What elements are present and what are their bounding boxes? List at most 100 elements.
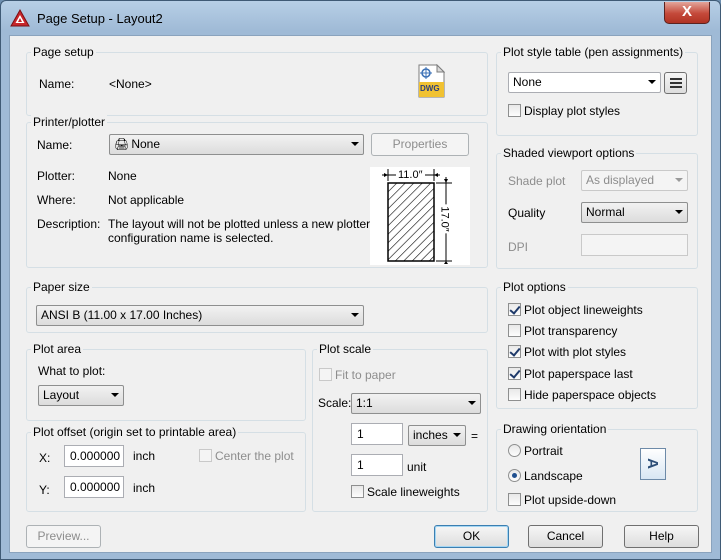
chevron-down-icon: [351, 142, 359, 146]
page-setup-name-label: Name:: [39, 77, 75, 91]
plot-style-value: None: [513, 75, 542, 89]
help-button[interactable]: Help: [624, 525, 699, 548]
preview-height-label: 17.0″: [438, 204, 451, 234]
printer-group-title: Printer/plotter: [31, 115, 108, 129]
shaded-viewport-group-title: Shaded viewport options: [501, 146, 637, 160]
plot-object-lineweights-checkbox[interactable]: [508, 303, 521, 316]
what-to-plot-value: Layout: [43, 388, 80, 402]
plot-with-plot-styles-checkbox[interactable]: [508, 345, 521, 358]
scale-label: Scale:: [318, 396, 352, 410]
shade-plot-dropdown[interactable]: As displayed: [581, 170, 688, 191]
paper-size-value: ANSI B (11.00 x 17.00 Inches): [41, 308, 203, 322]
center-plot-checkbox[interactable]: [199, 449, 212, 462]
chevron-down-icon: [648, 80, 656, 84]
display-plot-styles-checkbox[interactable]: [508, 104, 521, 117]
close-button[interactable]: X: [664, 2, 710, 24]
cancel-button[interactable]: Cancel: [528, 525, 603, 548]
dialog-client-area: Page setup Name: <None> DWG Printer/plot…: [9, 35, 712, 553]
paper-size-group: Paper size ANSI B (11.00 x 17.00 Inches): [26, 280, 488, 333]
edit-plot-style-button[interactable]: [664, 72, 687, 94]
plot-options-group-title: Plot options: [501, 280, 568, 294]
what-to-plot-label: What to plot:: [38, 364, 106, 378]
chevron-down-icon: [675, 178, 683, 182]
plot-with-plot-styles-label: Plot with plot styles: [524, 345, 627, 359]
scale-dropdown[interactable]: 1:1: [351, 393, 481, 414]
offset-x-input[interactable]: 0.000000: [64, 445, 124, 467]
plot-transparency-checkbox[interactable]: [508, 324, 521, 337]
scale-value1-input[interactable]: 1: [351, 423, 403, 445]
printer-icon: 🖨: [114, 137, 130, 151]
plot-options-group: Plot options Plot object lineweights Plo…: [496, 280, 698, 409]
dwg-file-icon: DWG: [417, 63, 446, 98]
description-line-2: configuration name is selected.: [108, 231, 274, 245]
scale-unit-dropdown[interactable]: inches: [408, 425, 466, 446]
display-plot-styles-label: Display plot styles: [524, 104, 621, 118]
drawing-orientation-group-title: Drawing orientation: [501, 422, 609, 436]
description-line-1: The layout will not be plotted unless a …: [108, 217, 371, 231]
title-bar[interactable]: Page Setup - Layout2 X: [1, 1, 720, 35]
plot-style-dropdown[interactable]: None: [508, 72, 661, 93]
chevron-down-icon: [453, 433, 461, 437]
scale-value: 1:1: [356, 396, 373, 410]
quality-label: Quality: [508, 206, 546, 220]
scale-equals-sign: =: [471, 429, 479, 443]
landscape-orientation-icon: A: [640, 448, 666, 480]
offset-x-unit: inch: [133, 449, 156, 463]
fit-to-paper-checkbox[interactable]: [319, 368, 332, 381]
plot-upside-down-checkbox[interactable]: [508, 493, 521, 506]
center-plot-label: Center the plot: [215, 449, 294, 463]
paper-preview: 11.0″ 17.0″: [370, 167, 470, 265]
plot-offset-group-title: Plot offset (origin set to printable are…: [31, 425, 239, 439]
portrait-radio[interactable]: [508, 444, 521, 457]
offset-y-input[interactable]: 0.000000: [64, 476, 124, 498]
scale-lineweights-checkbox[interactable]: [351, 485, 364, 498]
page-setup-name-value: <None>: [109, 77, 152, 91]
printer-name-label: Name:: [37, 138, 73, 152]
portrait-label: Portrait: [524, 444, 563, 458]
paper-preview-drawing: [382, 169, 452, 264]
page-setup-dialog: Page Setup - Layout2 X Page setup Name: …: [0, 0, 721, 560]
dpi-label: DPI: [508, 240, 529, 254]
printer-name-value: None: [131, 137, 161, 151]
preview-button[interactable]: Preview...: [26, 525, 101, 548]
description-label: Description:: [37, 217, 101, 231]
chevron-down-icon: [468, 401, 476, 405]
plot-transparency-label: Plot transparency: [524, 324, 618, 338]
ok-button[interactable]: OK: [434, 525, 509, 548]
edit-list-icon: [669, 78, 682, 88]
plot-paperspace-last-checkbox[interactable]: [508, 367, 521, 380]
autocad-app-icon: [10, 9, 30, 27]
shade-plot-value: As displayed: [586, 173, 655, 187]
quality-dropdown[interactable]: Normal: [581, 202, 688, 223]
plotter-label: Plotter:: [37, 169, 76, 183]
hide-paperspace-objects-label: Hide paperspace objects: [524, 388, 657, 402]
drawing-orientation-group: Drawing orientation Portrait Landscape P…: [496, 422, 698, 512]
offset-y-label: Y:: [39, 483, 50, 497]
chevron-down-icon: [675, 210, 683, 214]
close-icon: X: [681, 3, 692, 20]
dwg-badge-label: DWG: [420, 84, 440, 93]
scale-lineweights-label: Scale lineweights: [367, 485, 460, 499]
plot-scale-group: Plot scale Fit to paper Scale: 1:1 1 inc…: [312, 342, 488, 512]
plot-area-group-title: Plot area: [31, 342, 84, 356]
quality-value: Normal: [586, 205, 625, 219]
shaded-viewport-group: Shaded viewport options Shade plot As di…: [496, 146, 698, 269]
orientation-letter: A: [643, 458, 661, 469]
hide-paperspace-objects-checkbox[interactable]: [508, 388, 521, 401]
scale-unit-value: inches: [413, 428, 448, 442]
plot-style-table-group: Plot style table (pen assignments) None …: [496, 45, 698, 136]
where-label: Where:: [37, 193, 76, 207]
scale-value2-input[interactable]: 1: [351, 454, 403, 476]
printer-name-dropdown[interactable]: 🖨 None: [109, 134, 364, 155]
dpi-input[interactable]: [581, 234, 688, 256]
landscape-label: Landscape: [524, 469, 583, 483]
what-to-plot-dropdown[interactable]: Layout: [38, 385, 124, 406]
chevron-down-icon: [111, 393, 119, 397]
paper-size-dropdown[interactable]: ANSI B (11.00 x 17.00 Inches): [36, 305, 364, 326]
chevron-down-icon: [351, 313, 359, 317]
page-setup-group: Page setup Name: <None> DWG: [26, 45, 488, 116]
properties-button[interactable]: Properties: [371, 133, 469, 156]
printer-plotter-group: Printer/plotter Name: 🖨 None Properties …: [26, 115, 488, 268]
plot-style-table-group-title: Plot style table (pen assignments): [501, 45, 686, 59]
landscape-radio[interactable]: [508, 469, 521, 482]
